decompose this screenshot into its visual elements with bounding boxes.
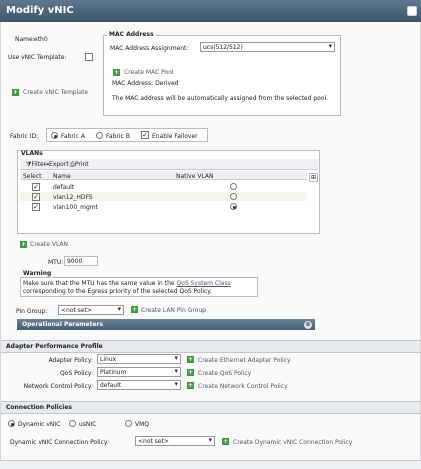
mac-note: The MAC address will be automatically as…: [112, 95, 329, 102]
name-label: Name:: [15, 36, 35, 43]
col-native-vlan: Native VLAN: [176, 173, 214, 180]
create-mac-pool-icon: +: [113, 69, 120, 76]
col-name: Name: [53, 173, 71, 180]
fabric-label: Fabric ID:: [10, 133, 39, 140]
dialog-footer: [0, 460, 421, 469]
create-adapter-policy-icon: +: [187, 356, 194, 363]
mtu-label: MTU:: [48, 259, 64, 266]
warning-title: Warning: [23, 270, 52, 277]
qos-policy-label: QoS Policy:: [60, 370, 93, 377]
operational-parameters-label: Operational Parameters: [22, 321, 104, 328]
vlan-select-checkbox[interactable]: ✓: [32, 183, 40, 191]
adapter-policy-label: Adapter Policy:: [48, 357, 93, 364]
print-label: Print: [74, 161, 89, 168]
adapter-section-header: Adapter Performance Profile: [1, 340, 420, 353]
network-control-policy-select[interactable]: default: [97, 380, 181, 390]
dynamic-vnic-policy-select[interactable]: <not set>: [135, 436, 215, 446]
create-dynamic-vnic-policy-link[interactable]: Create Dynamic vNIC Connection Policy: [233, 439, 352, 446]
create-mac-pool-link[interactable]: Create MAC Pool: [124, 69, 174, 76]
name-value: eth0: [34, 36, 48, 43]
qos-system-class-link[interactable]: QoS System Class: [177, 280, 231, 287]
export-button[interactable]: ⇥Export: [44, 161, 69, 168]
mac-address-derived: MAC Address: Derived: [112, 80, 179, 87]
vlan-name: default: [53, 184, 75, 191]
vlan-name: vlan12_HDFS: [53, 194, 93, 201]
warning-text: Make sure that the MTU has the same valu…: [23, 280, 231, 295]
use-vnic-template-checkbox[interactable]: [85, 53, 93, 61]
create-vnic-template-icon: +: [12, 89, 19, 96]
adapter-policy-select[interactable]: Linux: [97, 354, 181, 364]
window-title-bar: Modify vNIC: [0, 0, 421, 22]
create-qos-policy-icon: +: [187, 369, 194, 376]
mtu-input[interactable]: 9000: [64, 256, 98, 266]
connection-section-header: Connection Policies: [1, 401, 420, 414]
create-network-control-policy-link[interactable]: Create Network Control Policy: [198, 383, 288, 390]
enable-failover-label: Enable Failover: [152, 133, 198, 140]
create-qos-policy-link[interactable]: Create QoS Policy: [198, 370, 251, 377]
create-dynamic-vnic-policy-icon: +: [222, 438, 229, 445]
operational-parameters-bar[interactable]: Operational Parameters: [17, 319, 315, 330]
mac-group-title: MAC Address: [107, 31, 156, 38]
close-button[interactable]: [407, 6, 417, 16]
fabric-a-label: Fabric A: [61, 133, 85, 140]
mac-assignment-select[interactable]: ucs(512/512): [200, 42, 335, 52]
usnic-label: usNIC: [79, 421, 97, 428]
mac-assignment-label: MAC Address Assignment:: [110, 45, 189, 52]
usnic-radio[interactable]: [69, 420, 76, 427]
vmq-label: VMQ: [135, 421, 150, 428]
pin-group-label: Pin Group:: [16, 308, 48, 315]
pin-group-select[interactable]: <not set>: [58, 305, 124, 315]
column-chooser-icon[interactable]: ⊞: [309, 173, 318, 182]
create-lan-pin-group-link[interactable]: Create LAN Pin Group: [141, 307, 206, 314]
vlan-select-checkbox[interactable]: ✓: [32, 193, 40, 201]
create-adapter-policy-link[interactable]: Create Ethernet Adapter Policy: [198, 357, 291, 364]
fabric-a-radio[interactable]: [51, 132, 58, 139]
fabric-b-radio[interactable]: [96, 132, 103, 139]
vlan-select-checkbox[interactable]: ✓: [32, 203, 40, 211]
window-title: Modify vNIC: [6, 5, 74, 16]
enable-failover-checkbox[interactable]: ✓: [141, 131, 149, 139]
native-vlan-radio[interactable]: [230, 193, 237, 200]
network-control-policy-label: Network Control Policy:: [23, 383, 93, 390]
create-vnic-template-link[interactable]: Create vNIC Template: [23, 89, 88, 96]
vlan-name: vlan100_mgmt: [53, 204, 98, 211]
create-network-control-policy-icon: +: [187, 382, 194, 389]
vmq-radio[interactable]: [125, 420, 132, 427]
export-label: Export: [49, 161, 69, 168]
create-vlan-icon: +: [20, 241, 27, 248]
expand-icon[interactable]: ⊗: [304, 321, 312, 329]
col-select: Select: [23, 173, 42, 180]
dynamic-vnic-policy-label: Dynamic vNIC Connection Policy:: [10, 439, 109, 446]
vlans-title: VLANs: [21, 150, 43, 157]
dynamic-vnic-radio[interactable]: [8, 420, 15, 427]
qos-policy-select[interactable]: Platinum: [97, 367, 181, 377]
native-vlan-radio[interactable]: [230, 203, 237, 210]
dynamic-vnic-label: Dynamic vNIC: [18, 421, 61, 428]
fabric-b-label: Fabric B: [106, 133, 130, 140]
create-lan-pin-group-icon: +: [131, 306, 138, 313]
use-vnic-template-label: Use vNIC Template:: [8, 54, 67, 61]
create-vlan-link[interactable]: Create VLAN: [30, 241, 68, 248]
print-button[interactable]: ⎙Print: [70, 161, 89, 169]
native-vlan-radio[interactable]: [230, 183, 237, 190]
